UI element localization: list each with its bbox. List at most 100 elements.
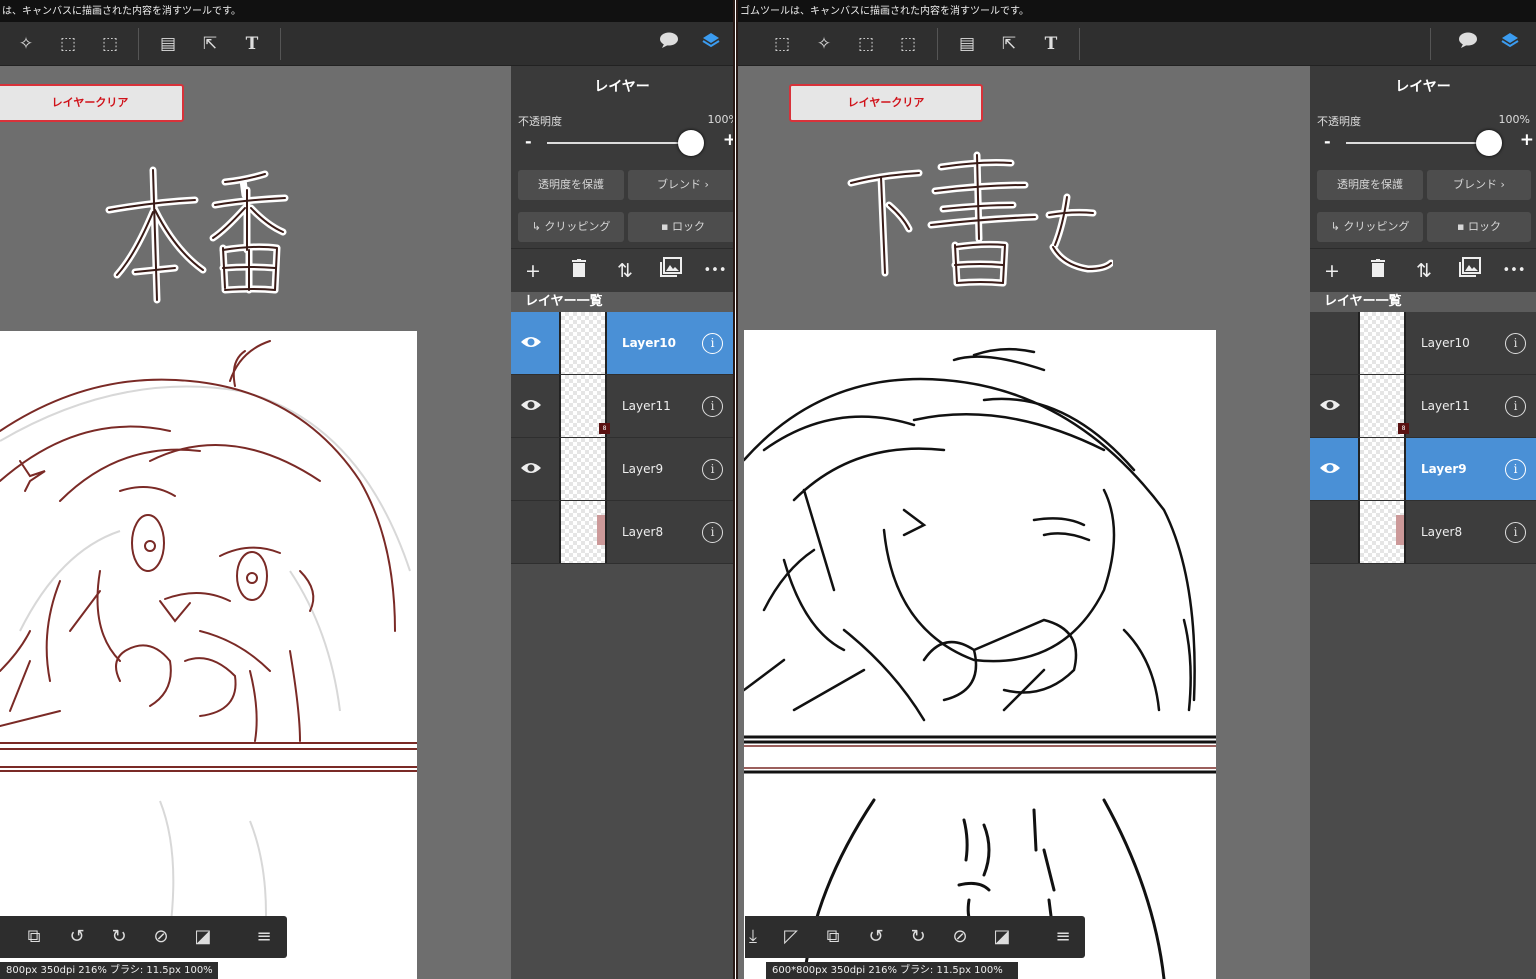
trash-icon[interactable] [1364, 257, 1392, 285]
menu-icon[interactable]: ≡ [1049, 923, 1077, 951]
opacity-increase-button[interactable]: + [1520, 130, 1534, 150]
clipping-badge: 8 [599, 423, 610, 434]
clipping-button[interactable]: ↳ クリッピング [518, 212, 624, 242]
text-tool-icon[interactable]: T [1037, 30, 1065, 58]
opacity-decrease-button[interactable]: - [525, 132, 532, 151]
clipping-label: クリッピング [1343, 220, 1410, 233]
reorder-arrows-icon[interactable]: ⇅ [1410, 257, 1438, 285]
layer-thumbnail [559, 501, 607, 563]
layer-clear-button[interactable]: レイヤークリア [789, 84, 983, 122]
layer-info-icon[interactable]: i [1505, 459, 1526, 480]
select-eraser-icon[interactable]: ⬚ [96, 30, 124, 58]
select-pen-icon[interactable]: ⬚ [852, 30, 880, 58]
layer-option-row: 透明度を保護 ブレンド › [1310, 164, 1536, 206]
protect-alpha-button[interactable]: 透明度を保護 [518, 170, 624, 200]
layer-action-row: + ⇅ ••• [511, 248, 733, 292]
transform-icon[interactable]: ⧉ [819, 923, 847, 951]
import-icon[interactable]: ⤓ [739, 923, 767, 951]
layer-row-layer9[interactable]: Layer9 i [511, 438, 733, 501]
undo-icon[interactable]: ↺ [862, 923, 890, 951]
lock-icon: ▪ [1457, 220, 1465, 233]
undo-icon[interactable]: ↺ [63, 923, 91, 951]
protect-alpha-button[interactable]: 透明度を保護 [1317, 170, 1423, 200]
blend-mode-button[interactable]: ブレンド › [1427, 170, 1531, 200]
layer-row-layer10[interactable]: Layer10 i [511, 312, 733, 375]
layer-info-icon[interactable]: i [1505, 522, 1526, 543]
opacity-decrease-button[interactable]: - [1324, 132, 1331, 151]
status-message: は、キャンバスに描画された内容を消すツールです。 [0, 0, 733, 22]
opacity-slider-knob[interactable] [678, 130, 704, 156]
layer-row-layer11[interactable]: 8 Layer11 i [1310, 375, 1536, 438]
bottom-toolbar: ⤓ ◸ ⧉ ↺ ↻ ⊘ ◪ ≡ [745, 916, 1085, 958]
visibility-eye-icon[interactable] [1318, 395, 1342, 419]
image-layer-icon[interactable] [1456, 257, 1484, 285]
rotate-reset-icon[interactable]: ⊘ [946, 923, 974, 951]
layer-info-icon[interactable]: i [1505, 396, 1526, 417]
filter-icon[interactable]: ◪ [988, 923, 1016, 951]
layer-row-layer10[interactable]: Layer10 i [1310, 312, 1536, 375]
layer-row-layer8[interactable]: Layer8 i [1310, 501, 1536, 564]
layer-info-icon[interactable]: i [702, 459, 723, 480]
add-layer-icon[interactable]: + [519, 257, 547, 285]
clipping-button[interactable]: ↳ クリッピング [1317, 212, 1423, 242]
layer-row-layer11[interactable]: 8 Layer11 i [511, 375, 733, 438]
select-pen-icon[interactable]: ⬚ [54, 30, 82, 58]
drawing-canvas[interactable] [0, 331, 417, 979]
layer-info-icon[interactable]: i [1505, 333, 1526, 354]
layer-row-layer8[interactable]: Layer8 i [511, 501, 733, 564]
magic-wand-icon[interactable]: ✧ [810, 30, 838, 58]
visibility-eye-icon[interactable] [1318, 458, 1342, 482]
layer-thumbnail [1358, 312, 1406, 374]
drawing-canvas[interactable] [744, 330, 1216, 979]
right-screenshot: ゴムツールは、キャンバスに描画された内容を消すツールです。 ⬚ ✧ ⬚ ⬚ ▤ … [738, 0, 1536, 979]
canvas-info-bar: 800px 350dpi 216% ブラシ: 11.5px 100% [0, 962, 218, 979]
layer-name: Layer9 [1421, 462, 1467, 476]
transform-icon[interactable]: ⧉ [20, 923, 48, 951]
layer-name: Layer10 [1421, 336, 1470, 350]
redo-icon[interactable]: ↻ [105, 923, 133, 951]
reorder-arrows-icon[interactable]: ⇅ [611, 257, 639, 285]
layer-option-row: 透明度を保護 ブレンド › [511, 164, 733, 206]
canvas-flip-icon[interactable]: ◸ [777, 923, 805, 951]
transform-select-icon[interactable]: ⇱ [196, 30, 224, 58]
opacity-increase-button[interactable]: + [723, 130, 733, 150]
left-screenshot: は、キャンバスに描画された内容を消すツールです。 ✧ ⬚ ⬚ ▤ ⇱ T レイヤ… [0, 0, 733, 979]
text-tool-icon[interactable]: T [238, 30, 266, 58]
rotate-reset-icon[interactable]: ⊘ [147, 923, 175, 951]
more-options-icon[interactable]: ••• [1502, 257, 1526, 285]
material-bubble-icon[interactable] [1454, 30, 1482, 58]
magic-wand-icon[interactable]: ✧ [12, 30, 40, 58]
layer-thumbnail [1358, 501, 1406, 563]
select-eraser-icon[interactable]: ⬚ [894, 30, 922, 58]
trash-icon[interactable] [565, 257, 593, 285]
layer-list-header: レイヤー一覧 [1310, 292, 1536, 312]
layout-icon[interactable]: ▤ [154, 30, 182, 58]
layer-clear-button[interactable]: レイヤークリア [0, 84, 184, 122]
clipping-label: クリッピング [544, 220, 611, 233]
material-bubble-icon[interactable] [655, 30, 683, 58]
select-rect-icon[interactable]: ⬚ [768, 30, 796, 58]
filter-icon[interactable]: ◪ [189, 923, 217, 951]
transform-select-icon[interactable]: ⇱ [995, 30, 1023, 58]
menu-icon[interactable]: ≡ [250, 923, 278, 951]
layout-icon[interactable]: ▤ [953, 30, 981, 58]
layers-icon[interactable] [697, 30, 725, 58]
layer-row-layer9[interactable]: Layer9 i [1310, 438, 1536, 501]
layer-info-icon[interactable]: i [702, 396, 723, 417]
opacity-slider-track[interactable] [547, 142, 699, 144]
visibility-eye-icon[interactable] [519, 395, 543, 419]
visibility-eye-icon[interactable] [519, 458, 543, 482]
lock-button[interactable]: ▪ ロック [1427, 212, 1531, 242]
visibility-eye-icon[interactable] [519, 332, 543, 356]
layer-info-icon[interactable]: i [702, 333, 723, 354]
more-options-icon[interactable]: ••• [703, 257, 727, 285]
layer-info-icon[interactable]: i [702, 522, 723, 543]
layers-icon[interactable] [1496, 30, 1524, 58]
blend-mode-button[interactable]: ブレンド › [628, 170, 733, 200]
lock-button[interactable]: ▪ ロック [628, 212, 733, 242]
add-layer-icon[interactable]: + [1318, 257, 1346, 285]
redo-icon[interactable]: ↻ [904, 923, 932, 951]
opacity-slider-knob[interactable] [1476, 130, 1502, 156]
image-layer-icon[interactable] [657, 257, 685, 285]
layer-option-row-2: ↳ クリッピング ▪ ロック [1310, 206, 1536, 248]
